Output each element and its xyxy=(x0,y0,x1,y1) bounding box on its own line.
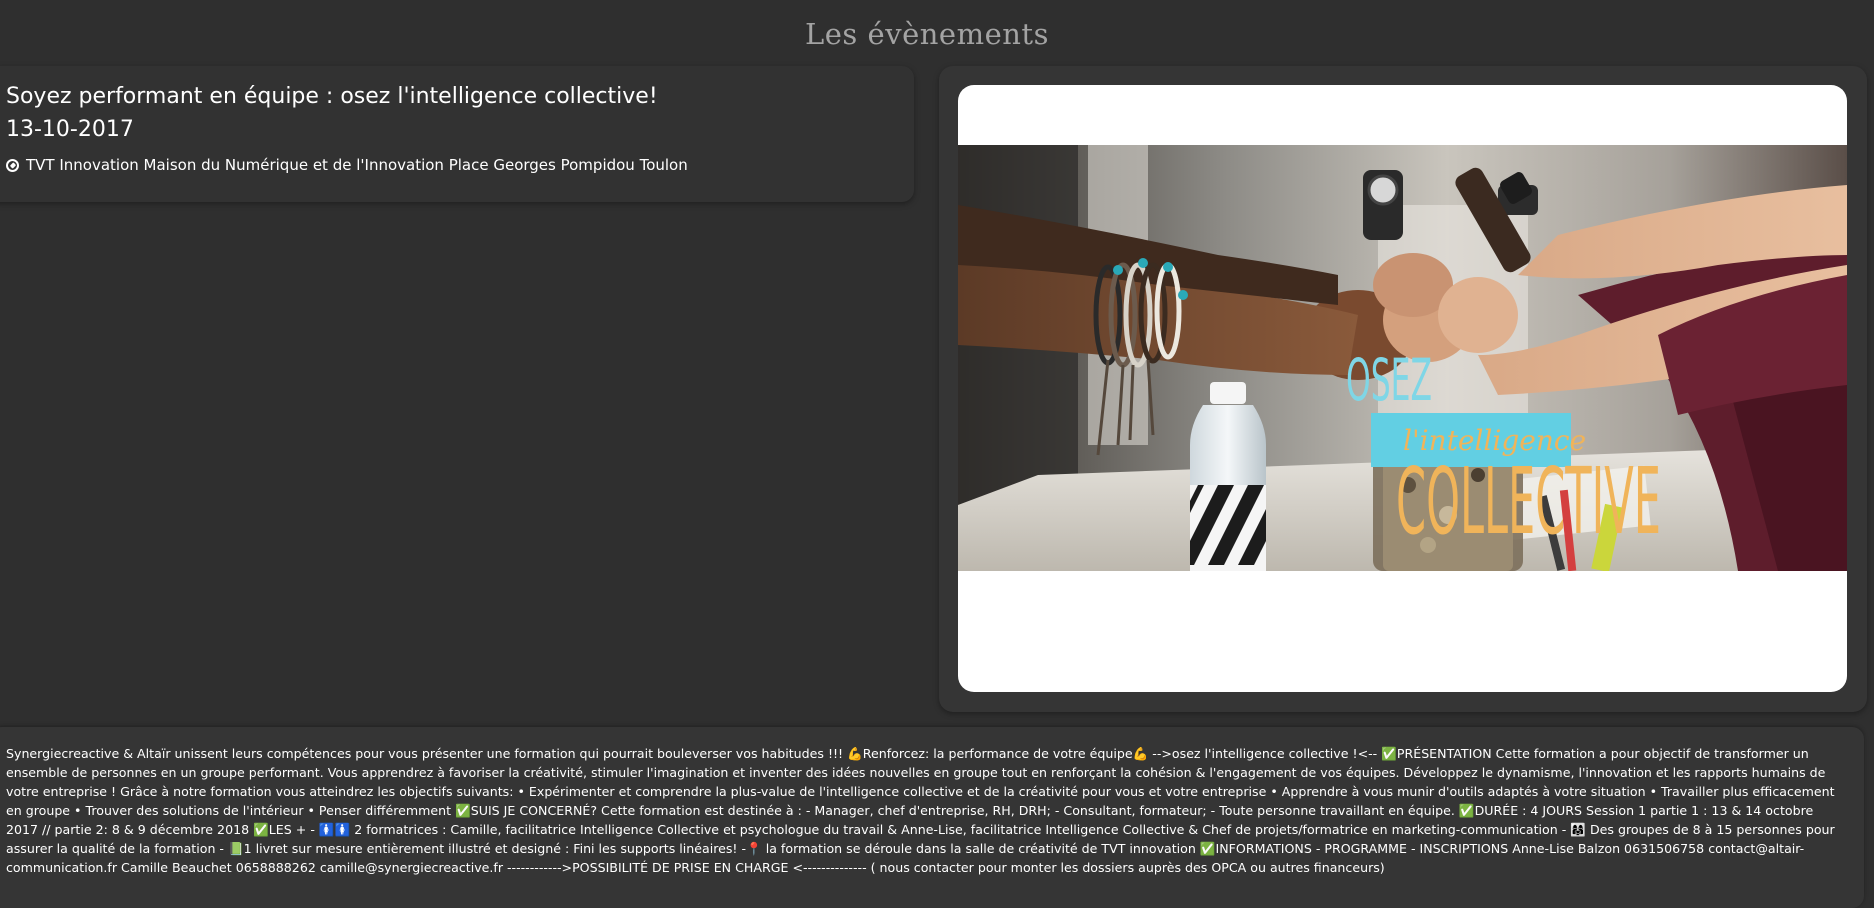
event-location: TVT Innovation Maison du Numérique et de… xyxy=(6,156,688,174)
event-banner-image: OSEZ l'intelligence COLLECTIVE xyxy=(958,145,1847,571)
event-description-panel: Synergiecreactive & Altaïr unissent leur… xyxy=(0,727,1864,908)
event-title[interactable]: Soyez performant en équipe : osez l'inte… xyxy=(6,84,658,109)
compass-icon xyxy=(6,158,19,172)
event-date: 13-10-2017 xyxy=(6,117,134,142)
event-image-panel: OSEZ l'intelligence COLLECTIVE xyxy=(939,66,1867,712)
event-image[interactable]: OSEZ l'intelligence COLLECTIVE xyxy=(958,85,1847,692)
banner-text-osez: OSEZ xyxy=(1346,346,1432,414)
banner-text-collective: COLLECTIVE xyxy=(1396,448,1661,555)
event-location-text: TVT Innovation Maison du Numérique et de… xyxy=(26,156,688,174)
page-title: Les évènements xyxy=(805,17,1049,51)
event-description: Synergiecreactive & Altaïr unissent leur… xyxy=(6,746,1835,875)
event-card[interactable]: Soyez performant en équipe : osez l'inte… xyxy=(0,66,914,202)
